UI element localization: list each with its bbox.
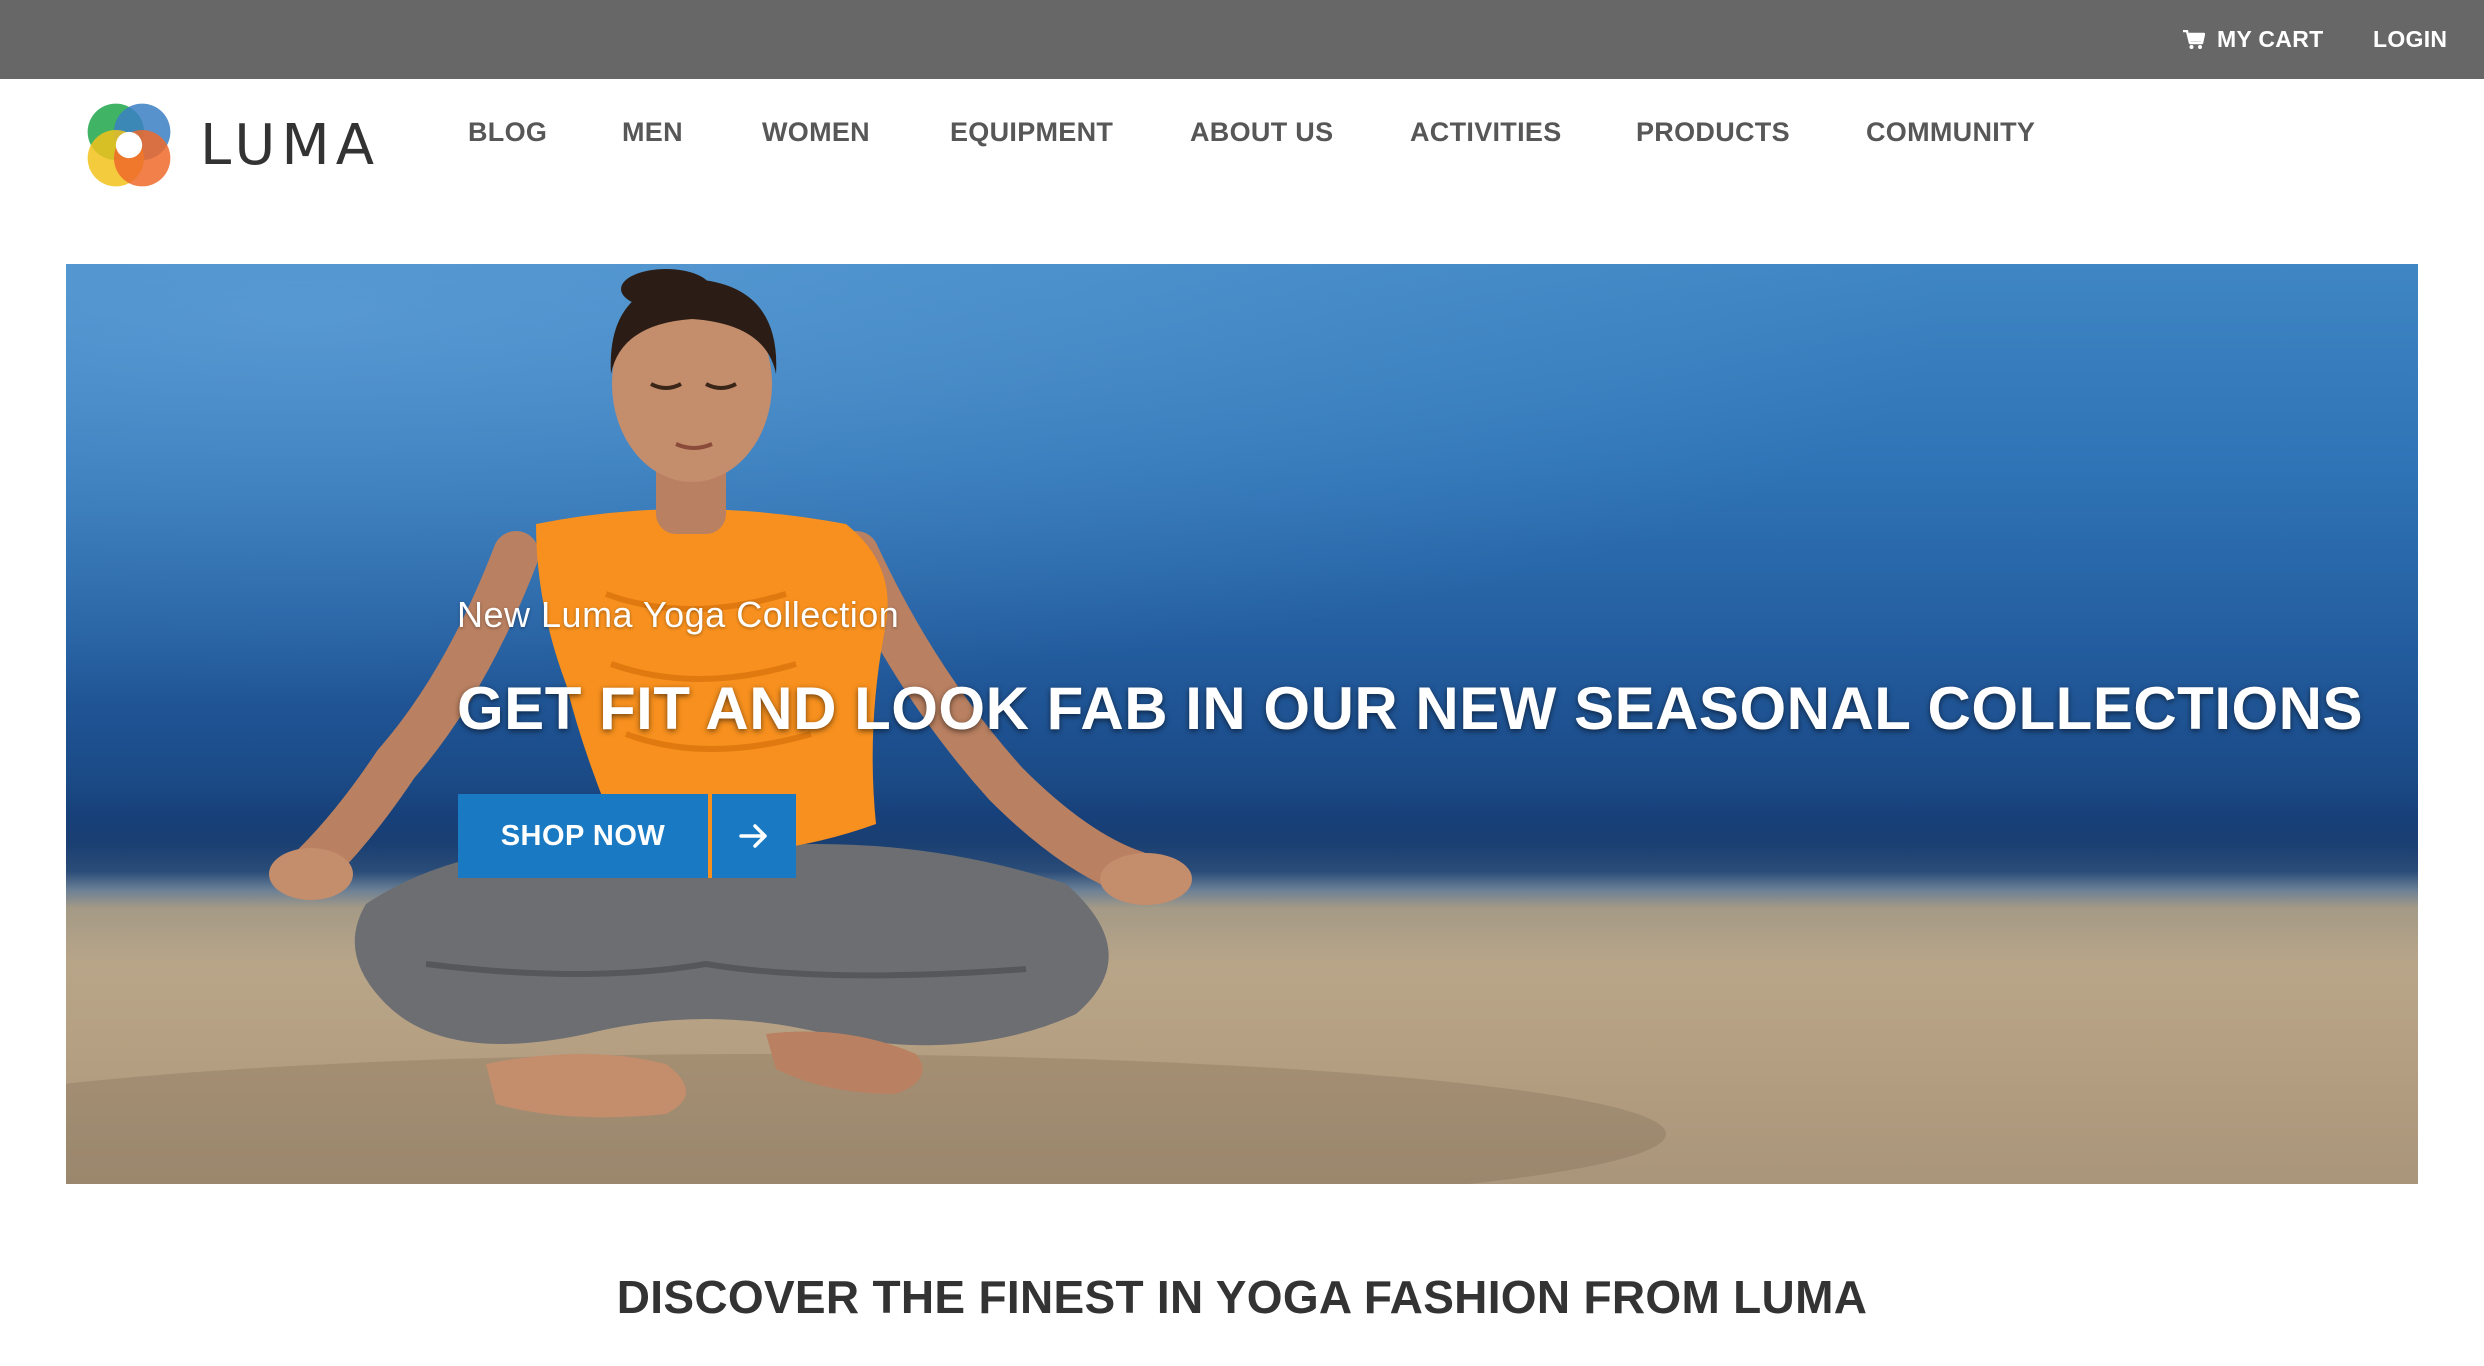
nav-item-activities[interactable]: ACTIVITIES: [1410, 117, 1562, 148]
hero-banner[interactable]: New Luma Yoga Collection GET FIT AND LOO…: [66, 264, 2418, 1184]
logo-text: LUMA: [200, 112, 381, 178]
hero-subtitle: New Luma Yoga Collection: [457, 594, 900, 635]
nav-item-community[interactable]: COMMUNITY: [1866, 117, 2035, 148]
my-cart-label: MY CART: [2217, 26, 2324, 52]
nav-item-women[interactable]: WOMEN: [762, 117, 870, 148]
nav-item-blog[interactable]: BLOG: [468, 117, 547, 148]
cart-icon: [2183, 29, 2205, 49]
nav-item-men[interactable]: MEN: [622, 117, 683, 148]
luma-logo[interactable]: LUMA: [82, 97, 380, 193]
shop-now-button[interactable]: SHOP NOW: [458, 794, 796, 878]
hero-title: GET FIT AND LOOK FAB IN OUR NEW SEASONAL…: [457, 675, 2364, 742]
nav-item-products[interactable]: PRODUCTS: [1636, 117, 1790, 148]
discover-heading: DISCOVER THE FINEST IN YOGA FASHION FROM…: [616, 1271, 1868, 1323]
shop-now-label: SHOP NOW: [458, 794, 708, 878]
site-header: LUMA BLOG MEN WOMEN EQUIPMENT ABOUT US A…: [0, 79, 2484, 199]
luma-logo-icon: [87, 103, 171, 187]
arrow-right-icon: [712, 794, 796, 878]
nav-item-about-us[interactable]: ABOUT US: [1190, 117, 1333, 148]
my-cart-link[interactable]: MY CART: [2183, 0, 2323, 79]
login-link[interactable]: LOGIN: [2373, 0, 2447, 79]
top-utility-bar: MY CART LOGIN: [0, 0, 2484, 79]
nav-item-equipment[interactable]: EQUIPMENT: [950, 117, 1113, 148]
